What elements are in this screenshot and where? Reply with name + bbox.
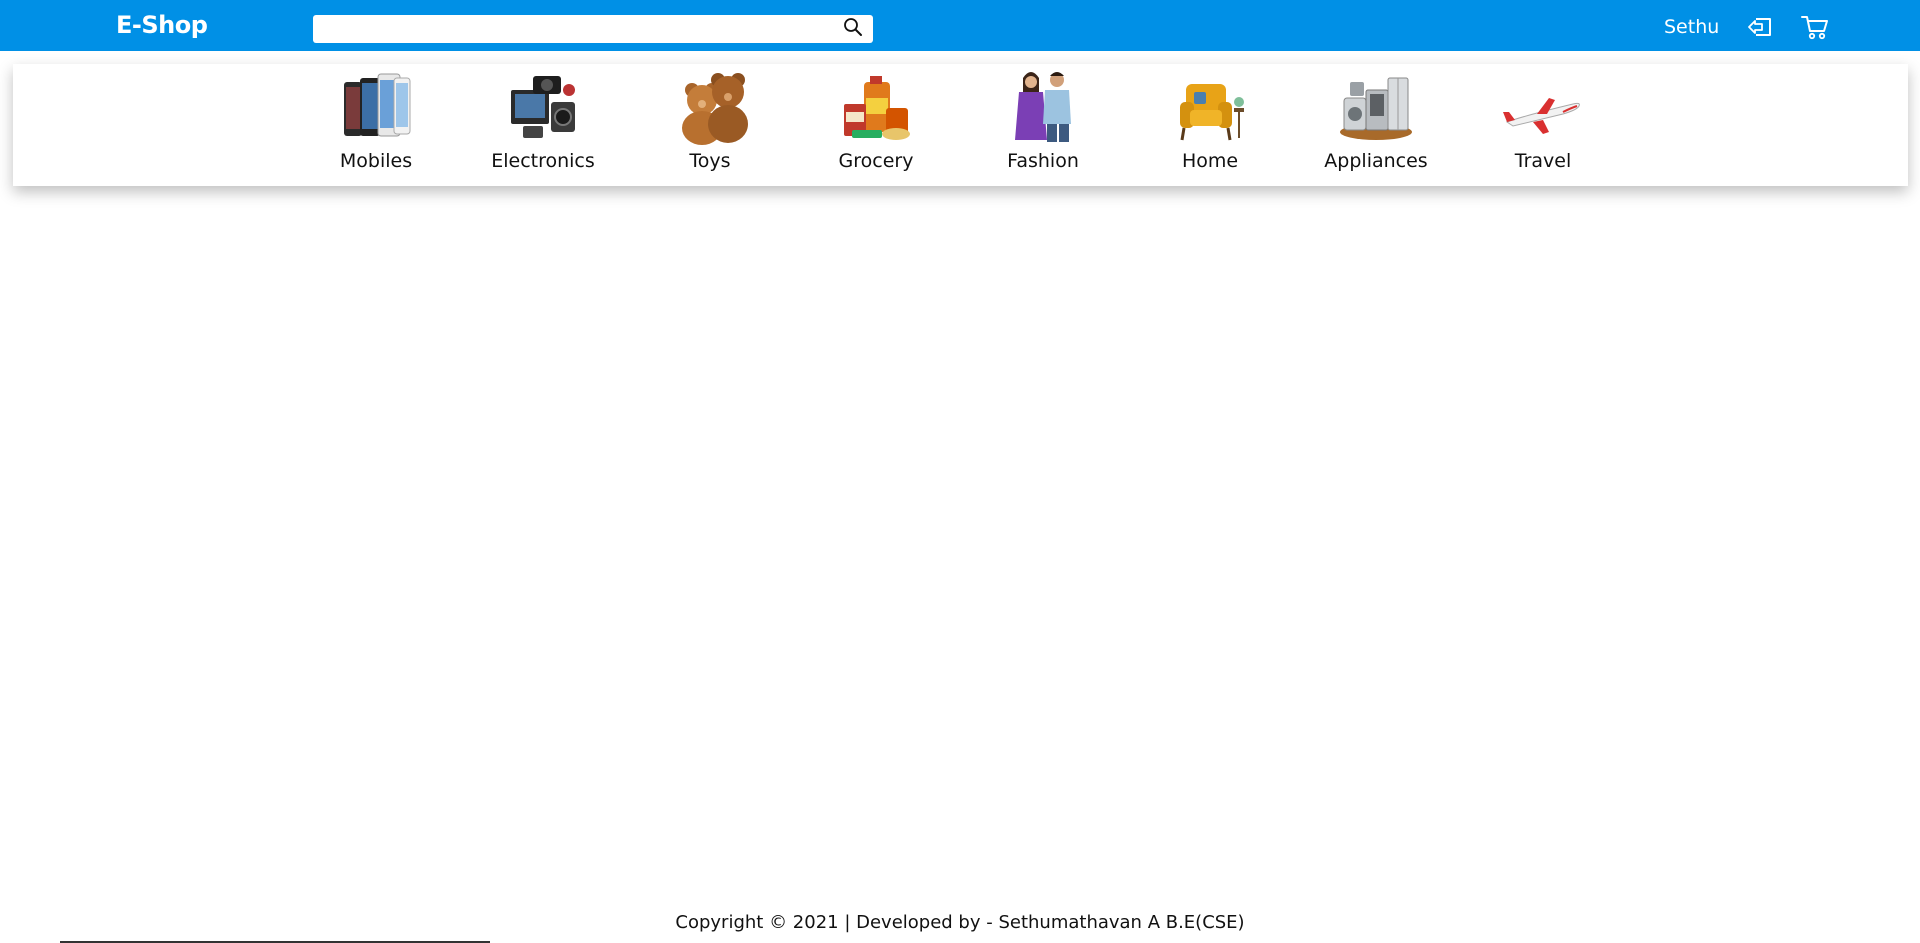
category-label: Toys	[689, 150, 731, 172]
cart-icon[interactable]	[1800, 13, 1830, 41]
category-label: Home	[1181, 150, 1239, 172]
category-grocery[interactable]: Grocery	[806, 64, 946, 186]
top-navbar: E-Shop Sethu	[0, 0, 1920, 51]
category-label: Appliances	[1324, 150, 1428, 172]
search-icon[interactable]	[841, 16, 865, 40]
category-appliances[interactable]: Appliances	[1306, 64, 1446, 186]
footer-copyright: Copyright © 2021 | Developed by - Sethum…	[675, 912, 1245, 933]
category-mobiles[interactable]: Mobiles	[306, 64, 446, 186]
category-electronics[interactable]: Electronics	[473, 64, 613, 186]
armchair-image	[1170, 68, 1250, 146]
category-travel[interactable]: Travel	[1473, 64, 1613, 186]
grocery-image	[836, 68, 916, 146]
search-input[interactable]	[313, 15, 833, 43]
airplane-image	[1503, 68, 1583, 146]
category-label: Fashion	[1007, 150, 1079, 172]
appliances-image	[1336, 68, 1416, 146]
category-bar: Mobiles Electronics Toys Grocery Fashion…	[13, 64, 1908, 186]
category-label: Electronics	[491, 150, 595, 172]
brand-logo[interactable]: E-Shop	[116, 11, 208, 39]
category-fashion[interactable]: Fashion	[973, 64, 1113, 186]
fashion-models-image	[1003, 68, 1083, 146]
electronics-image	[503, 68, 583, 146]
search-bar	[313, 15, 873, 43]
category-label: Travel	[1514, 150, 1572, 172]
logout-icon[interactable]	[1746, 14, 1774, 40]
user-name[interactable]: Sethu	[1664, 16, 1719, 38]
category-label: Mobiles	[339, 150, 413, 172]
mobiles-image	[336, 68, 416, 146]
category-toys[interactable]: Toys	[640, 64, 780, 186]
category-label: Grocery	[838, 150, 914, 172]
teddy-bears-image	[670, 68, 750, 146]
category-home[interactable]: Home	[1140, 64, 1280, 186]
